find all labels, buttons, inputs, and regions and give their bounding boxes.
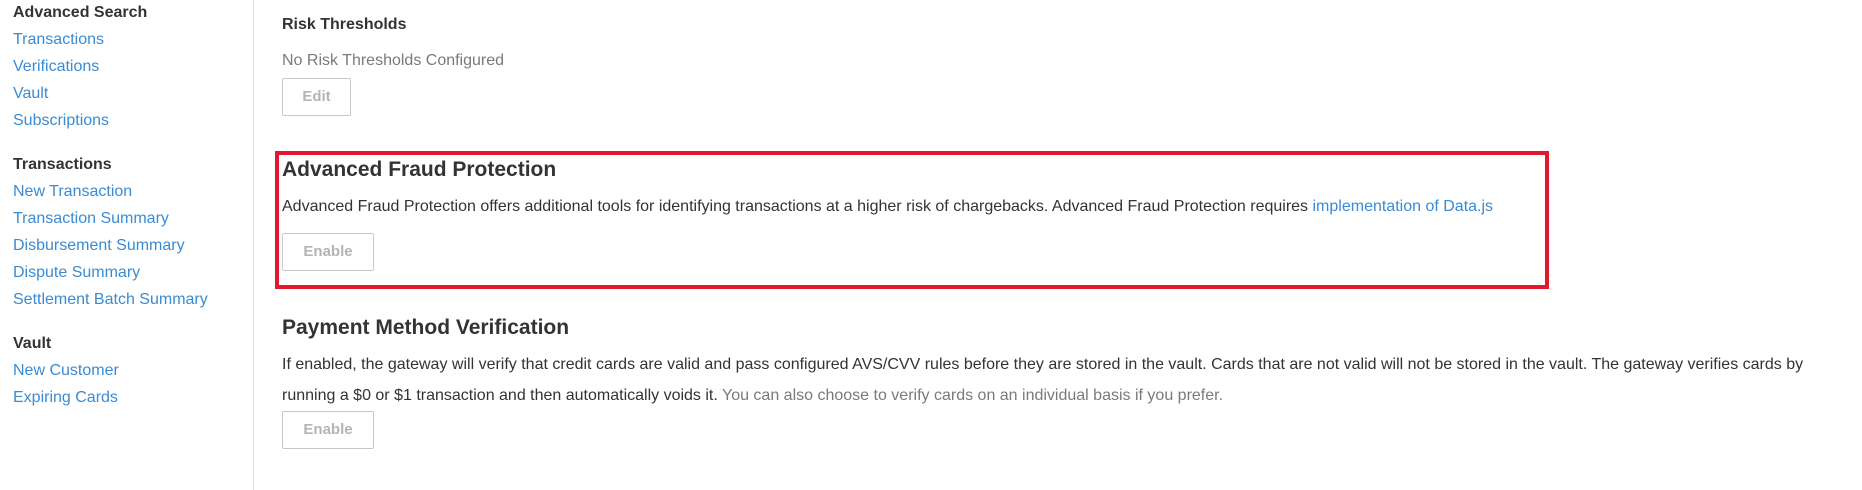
sidebar-item-dispute-summary[interactable]: Dispute Summary	[13, 263, 140, 283]
sidebar: Advanced Search Transactions Verificatio…	[0, 0, 254, 490]
payment-verification-description-hint: You can also choose to verify cards on a…	[717, 387, 1224, 404]
sidebar-item-settlement-batch-summary[interactable]: Settlement Batch Summary	[13, 290, 208, 310]
sidebar-heading-advanced-search: Advanced Search	[13, 4, 148, 21]
edit-risk-thresholds-button[interactable]: Edit	[282, 78, 351, 116]
sidebar-item-vault-search[interactable]: Vault	[13, 84, 48, 104]
datajs-implementation-link[interactable]: implementation of Data.js	[1313, 198, 1494, 215]
payment-verification-description-line2: running a $0 or $1 transaction and then …	[282, 386, 1223, 406]
enable-payment-verification-button[interactable]: Enable	[282, 411, 374, 449]
payment-verification-description-main: running a $0 or $1 transaction and then …	[282, 387, 718, 404]
sidebar-item-verifications[interactable]: Verifications	[13, 57, 99, 77]
advanced-fraud-protection-title: Advanced Fraud Protection	[282, 158, 557, 181]
risk-thresholds-title: Risk Thresholds	[282, 16, 407, 33]
advanced-fraud-protection-text: Advanced Fraud Protection offers additio…	[282, 198, 1313, 215]
sidebar-item-subscriptions[interactable]: Subscriptions	[13, 111, 109, 131]
sidebar-item-disbursement-summary[interactable]: Disbursement Summary	[13, 236, 185, 256]
sidebar-item-new-transaction[interactable]: New Transaction	[13, 182, 132, 202]
sidebar-heading-transactions: Transactions	[13, 156, 112, 173]
enable-fraud-protection-button[interactable]: Enable	[282, 233, 374, 271]
risk-thresholds-status: No Risk Thresholds Configured	[282, 52, 505, 69]
main-content: Risk Thresholds No Risk Thresholds Confi…	[255, 0, 1862, 490]
payment-method-verification-title: Payment Method Verification	[282, 316, 570, 339]
payment-verification-description-line1: If enabled, the gateway will verify that…	[282, 356, 1804, 373]
advanced-fraud-protection-description: Advanced Fraud Protection offers additio…	[282, 197, 1493, 217]
sidebar-heading-vault: Vault	[13, 335, 52, 352]
sidebar-item-new-customer[interactable]: New Customer	[13, 361, 119, 381]
app-layout: Advanced Search Transactions Verificatio…	[0, 0, 1862, 490]
sidebar-item-transactions-search[interactable]: Transactions	[13, 30, 104, 50]
sidebar-item-transaction-summary[interactable]: Transaction Summary	[13, 209, 169, 229]
sidebar-item-expiring-cards[interactable]: Expiring Cards	[13, 388, 118, 408]
